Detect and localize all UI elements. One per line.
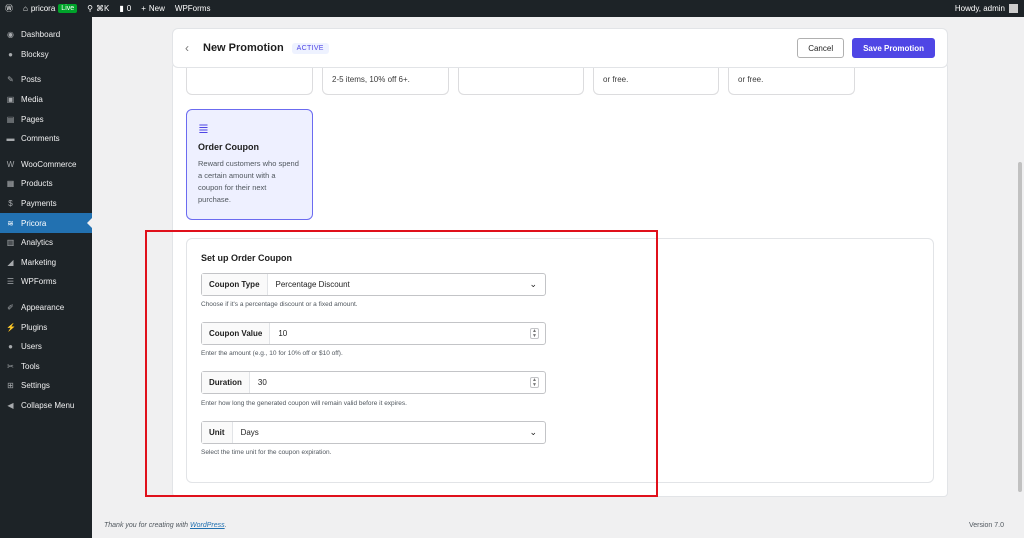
sidebar-item-analytics[interactable]: ▥ Analytics bbox=[0, 233, 92, 253]
sidebar-item-blocksy[interactable]: ● Blocksy bbox=[0, 45, 92, 65]
sidebar-item-payments[interactable]: $ Payments bbox=[0, 194, 92, 214]
user-icon: ● bbox=[8, 342, 13, 352]
sidebar-item-wpforms[interactable]: ☰ WPForms bbox=[0, 272, 92, 292]
sidebar-item-products[interactable]: ▦ Products bbox=[0, 174, 92, 194]
status-badge: ACTIVE bbox=[291, 42, 329, 54]
admin-bar: Ⓦ ⌂ pricora Live ⚲ ⌘K ▮ 0 + New WPForms Howdy… bbox=[0, 0, 1024, 17]
sidebar-item-comments[interactable]: ▬ Comments bbox=[0, 129, 92, 149]
wpforms-link[interactable]: WPForms bbox=[170, 0, 216, 17]
sidebar-item-collapse[interactable]: ◀ Collapse Menu bbox=[0, 396, 92, 416]
form-icon: ☰ bbox=[6, 277, 15, 287]
dashboard-icon: ◉ bbox=[7, 30, 14, 40]
sidebar-item-pages[interactable]: ▤ Pages bbox=[0, 109, 92, 129]
new-content-link[interactable]: + New bbox=[136, 0, 170, 17]
comment-icon: ▬ bbox=[6, 134, 15, 144]
brush-icon: ✐ bbox=[7, 303, 14, 313]
woo-icon: W bbox=[6, 159, 15, 169]
page-title: New Promotion bbox=[203, 42, 284, 54]
order-coupon-card[interactable]: ≣ Order Coupon Reward customers who spen… bbox=[186, 109, 313, 220]
sidebar-item-posts[interactable]: ✎ Posts bbox=[0, 70, 92, 90]
save-promotion-button[interactable]: Save Promotion bbox=[852, 38, 935, 58]
avatar bbox=[1009, 4, 1018, 13]
account-menu[interactable]: Howdy, admin bbox=[955, 4, 1024, 13]
coupon-stack-icon: ≣ bbox=[198, 121, 209, 136]
promotion-type-card-1[interactable] bbox=[186, 65, 313, 95]
sidebar-item-plugins[interactable]: ⚡ Plugins bbox=[0, 317, 92, 337]
chart-icon: ▥ bbox=[6, 238, 15, 248]
sidebar-item-appearance[interactable]: ✐ Appearance bbox=[0, 298, 92, 318]
sidebar-item-marketing[interactable]: ◢ Marketing bbox=[0, 253, 92, 273]
media-icon: ▣ bbox=[6, 95, 15, 105]
payment-icon: $ bbox=[8, 199, 13, 209]
settings-icon: ⊞ bbox=[7, 381, 14, 391]
promotion-type-card-4[interactable]: or free. bbox=[593, 65, 719, 95]
collapse-icon: ◀ bbox=[7, 400, 14, 410]
cancel-button[interactable]: Cancel bbox=[797, 38, 845, 58]
promotion-header: ‹ New Promotion ACTIVE Cancel Save Promo… bbox=[172, 28, 948, 68]
blocksy-icon: ● bbox=[8, 49, 13, 59]
page-scrollbar[interactable] bbox=[1016, 17, 1024, 538]
sidebar-item-pricora[interactable]: ≋ Pricora bbox=[0, 213, 92, 233]
pricora-icon: ≋ bbox=[7, 218, 14, 228]
main-content: 2-5 items, 10% off 6+. or free. or free.… bbox=[92, 17, 1016, 538]
pin-icon: ✎ bbox=[7, 75, 14, 85]
admin-sidebar: ◉ Dashboard ● Blocksy ✎ Posts ▣ Media ▤ Pages… bbox=[0, 17, 92, 538]
plus-icon: + bbox=[141, 4, 146, 13]
plug-icon: ⚡ bbox=[6, 322, 16, 332]
version-text: Version 7.0 bbox=[968, 522, 1004, 529]
wrench-icon: ✂ bbox=[7, 361, 14, 371]
comments-link[interactable]: ▮ 0 bbox=[114, 0, 136, 17]
site-name-link[interactable]: ⌂ pricora Live bbox=[18, 0, 82, 17]
scrollbar-thumb[interactable] bbox=[1018, 162, 1022, 492]
command-search-button[interactable]: ⚲ ⌘K bbox=[82, 0, 114, 17]
sidebar-item-dashboard[interactable]: ◉ Dashboard bbox=[0, 25, 92, 45]
megaphone-icon: ◢ bbox=[7, 257, 14, 267]
comment-icon: ▮ bbox=[119, 4, 124, 13]
sidebar-item-media[interactable]: ▣ Media bbox=[0, 90, 92, 110]
promotion-type-card-5[interactable]: or free. bbox=[728, 65, 855, 95]
sidebar-item-settings[interactable]: ⊞ Settings bbox=[0, 376, 92, 396]
sidebar-item-woocommerce[interactable]: W WooCommerce bbox=[0, 155, 92, 175]
wordpress-link[interactable]: WordPress bbox=[190, 522, 225, 529]
home-icon: ⌂ bbox=[23, 4, 28, 13]
promotion-type-card-3[interactable] bbox=[458, 65, 584, 95]
back-arrow-icon[interactable]: ‹ bbox=[185, 41, 189, 55]
live-badge: Live bbox=[58, 4, 78, 13]
footer-credit: Thank you for creating with WordPress. bbox=[104, 522, 227, 529]
promotion-type-card-2[interactable]: 2-5 items, 10% off 6+. bbox=[322, 65, 449, 95]
page-icon: ▤ bbox=[6, 114, 15, 124]
sidebar-item-tools[interactable]: ✂ Tools bbox=[0, 357, 92, 377]
highlight-box bbox=[145, 230, 658, 497]
sidebar-item-users[interactable]: ● Users bbox=[0, 337, 92, 357]
search-icon: ⚲ bbox=[87, 4, 93, 13]
wordpress-logo-icon[interactable]: Ⓦ bbox=[0, 0, 18, 17]
box-icon: ▦ bbox=[6, 179, 15, 189]
